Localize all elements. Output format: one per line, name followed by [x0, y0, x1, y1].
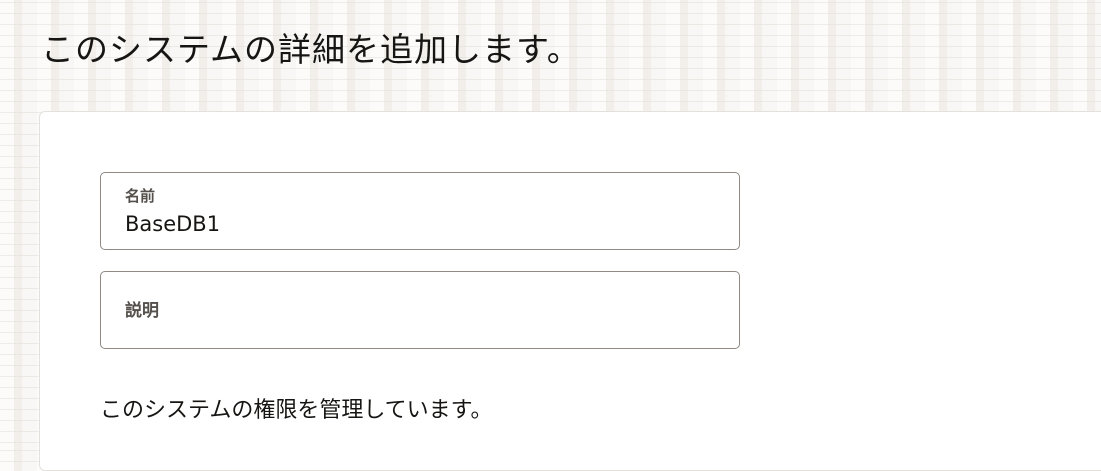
- name-field-value[interactable]: BaseDB1: [125, 211, 220, 237]
- description-field[interactable]: 説明: [100, 271, 740, 349]
- page-title: このシステムの詳細を追加します。: [41, 30, 581, 69]
- description-field-label: 説明: [125, 301, 159, 321]
- permissions-text: このシステムの権限を管理しています。: [100, 398, 493, 423]
- name-field[interactable]: 名前 BaseDB1: [100, 172, 740, 250]
- form-card: 名前 BaseDB1 説明 このシステムの権限を管理しています。: [39, 111, 1101, 471]
- name-field-label: 名前: [125, 187, 156, 205]
